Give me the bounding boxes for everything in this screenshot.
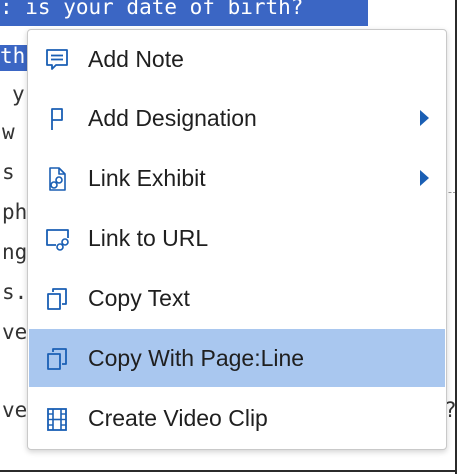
menu-item-copy-text[interactable]: Copy Text — [29, 269, 445, 327]
flag-icon — [41, 103, 73, 135]
menu-item-copy-with-page-line[interactable]: Copy With Page:Line — [29, 329, 445, 387]
note-icon — [41, 44, 73, 76]
menu-item-label: Link to URL — [88, 225, 209, 251]
film-icon — [41, 403, 73, 435]
transcript-text-fragment: s. — [2, 280, 28, 304]
copy-icon — [41, 283, 73, 315]
selected-text-highlight-line2: th — [0, 44, 30, 71]
menu-item-label: Link Exhibit — [88, 165, 206, 191]
menu-item-create-video-clip[interactable]: Create Video Clip — [29, 389, 445, 447]
link-exhibit-icon — [41, 163, 73, 195]
menu-item-add-note[interactable]: Add Note — [29, 30, 445, 88]
transcript-text-fragment: ph — [2, 200, 28, 224]
highlighted-line2-fragment: th — [0, 44, 26, 68]
link-url-icon — [41, 223, 73, 255]
highlighted-transcript-line: : is your date of birth? — [0, 0, 304, 19]
submenu-arrow-icon — [420, 170, 429, 186]
menu-item-label: Copy Text — [88, 285, 190, 311]
window-border — [0, 470, 457, 472]
menu-item-link-to-url[interactable]: Link to URL — [29, 209, 445, 267]
copy-icon — [41, 343, 73, 375]
context-menu: Add Note Add Designation Link Exhibit Li… — [27, 29, 447, 450]
menu-item-label: Create Video Clip — [88, 405, 268, 431]
transcript-text-fragment: ng — [2, 240, 28, 264]
transcript-text-fragment: s — [2, 160, 15, 184]
transcript-text-fragment: w — [2, 120, 15, 144]
menu-item-label: Copy With Page:Line — [88, 345, 305, 371]
menu-item-add-designation[interactable]: Add Designation — [29, 89, 445, 147]
transcript-text-fragment: ve — [2, 398, 28, 422]
menu-item-link-exhibit[interactable]: Link Exhibit — [29, 149, 445, 207]
menu-item-label: Add Designation — [88, 105, 257, 131]
menu-item-label: Add Note — [88, 46, 184, 72]
transcript-text-fragment: ve — [2, 320, 28, 344]
selected-text-highlight: : is your date of birth? — [0, 0, 368, 26]
window-border — [455, 0, 457, 474]
transcript-text-fragment: y — [12, 82, 25, 106]
submenu-arrow-icon — [420, 110, 429, 126]
